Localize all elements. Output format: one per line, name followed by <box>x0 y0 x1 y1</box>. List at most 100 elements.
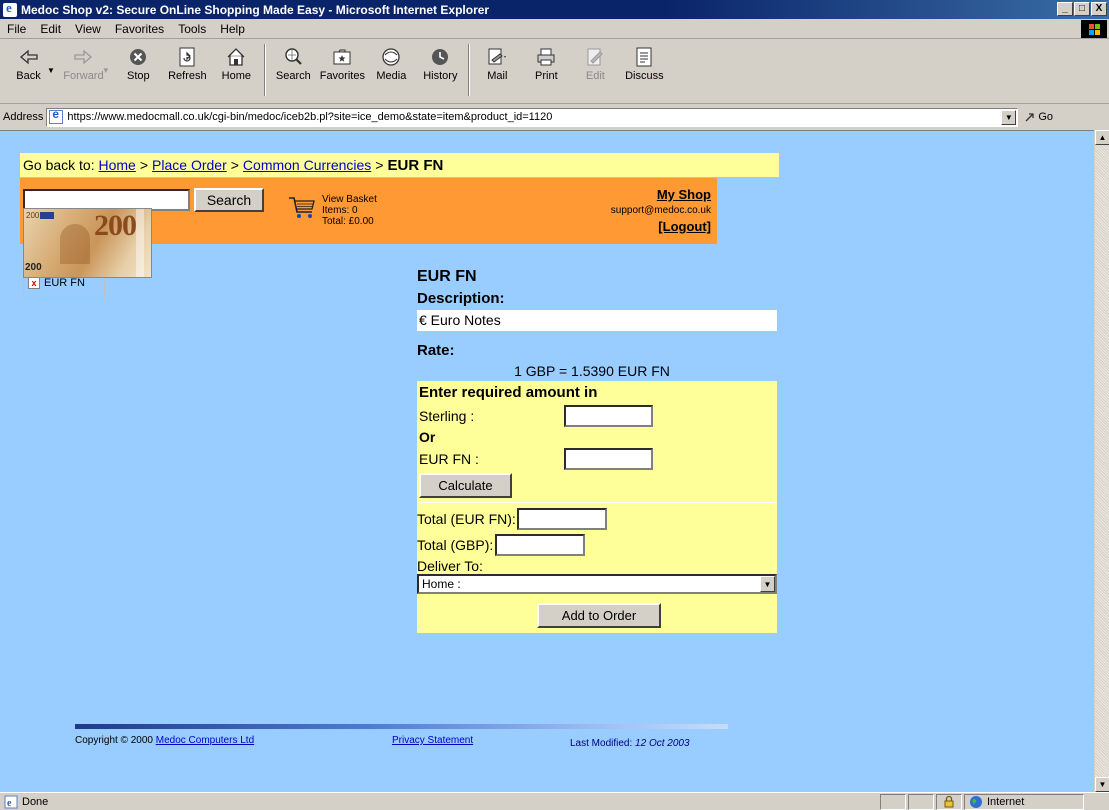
menu-edit[interactable]: Edit <box>33 22 68 36</box>
window-controls: _ □ X <box>1057 2 1107 16</box>
favorites-button[interactable]: Favorites <box>318 40 367 100</box>
status-cell <box>880 793 906 810</box>
copyright-text: Copyright © 2000 <box>75 735 153 746</box>
company-link[interactable]: Medoc Computers Ltd <box>156 735 254 746</box>
discuss-button[interactable]: Discuss <box>620 40 669 100</box>
back-button[interactable]: Back <box>4 40 53 100</box>
edit-label: Edit <box>585 70 605 82</box>
menu-help[interactable]: Help <box>213 22 252 36</box>
scroll-up-icon[interactable]: ▲ <box>1095 130 1109 145</box>
address-dropdown-icon[interactable]: ▼ <box>1001 109 1017 125</box>
search-label: Search <box>275 70 311 82</box>
breadcrumb-currencies-link[interactable]: Common Currencies <box>243 157 371 173</box>
toolbar-separator <box>263 44 266 96</box>
logout-link[interactable]: [Logout] <box>611 219 711 235</box>
security-zone: Internet <box>964 793 1084 810</box>
scroll-down-icon[interactable]: ▼ <box>1095 777 1109 792</box>
eur-row: EUR FN : <box>419 445 775 472</box>
vertical-scrollbar[interactable]: ▲ ▼ <box>1094 130 1109 792</box>
discuss-label: Discuss <box>625 70 664 82</box>
back-arrow-icon <box>19 49 38 65</box>
breadcrumb-home-link[interactable]: Home <box>98 157 135 173</box>
footer-copyright: Copyright © 2000 Medoc Computers Ltd <box>75 735 254 746</box>
total-eur-field[interactable] <box>516 508 607 530</box>
home-icon <box>227 48 245 66</box>
menu-file[interactable]: File <box>0 22 33 36</box>
sterling-row: Sterling : <box>419 402 775 429</box>
breadcrumb-separator: > <box>230 157 239 173</box>
media-label: Media <box>376 70 407 82</box>
go-arrow-icon <box>1025 113 1035 122</box>
window-title: Medoc Shop v2: Secure OnLine Shopping Ma… <box>21 2 490 17</box>
privacy-statement-link[interactable]: Privacy Statement <box>392 735 473 746</box>
lock-cell <box>936 793 962 810</box>
account-links: My Shop support@medoc.co.uk [Logout] <box>611 187 711 235</box>
ie-app-icon <box>3 0 17 17</box>
minimize-button[interactable]: _ <box>1057 2 1073 16</box>
close-button[interactable]: X <box>1091 2 1107 16</box>
view-basket-link[interactable]: View Basket <box>322 194 377 205</box>
product-description: € Euro Notes <box>417 310 777 331</box>
menu-tools[interactable]: Tools <box>171 22 213 36</box>
shopping-cart-icon[interactable] <box>288 194 316 220</box>
print-button[interactable]: Print <box>522 40 571 100</box>
menu-favorites[interactable]: Favorites <box>108 22 171 36</box>
total-gbp-field[interactable] <box>495 534 586 556</box>
product-title: EUR FN <box>417 268 477 285</box>
media-button[interactable]: Media <box>367 40 416 100</box>
chevron-down-icon[interactable]: ▼ <box>760 576 775 592</box>
basket-summary[interactable]: View Basket Items: 0 Total: £0.00 <box>322 194 377 227</box>
search-toolbar-button[interactable]: Search <box>269 40 318 100</box>
refresh-label: Refresh <box>168 70 207 82</box>
last-modified-label: Last Modified: <box>570 738 633 749</box>
stop-button[interactable]: Stop <box>114 40 163 100</box>
menu-view[interactable]: View <box>68 22 108 36</box>
add-to-order-button[interactable]: Add to Order <box>537 603 661 628</box>
history-button[interactable]: History <box>416 40 465 100</box>
maximize-button[interactable]: □ <box>1074 2 1090 16</box>
status-message: e Done <box>0 795 878 809</box>
breadcrumb-separator: > <box>139 157 149 173</box>
mail-button[interactable]: Mail <box>473 40 522 100</box>
forward-arrow-icon <box>74 49 93 65</box>
sterling-input[interactable] <box>564 404 653 427</box>
printer-icon <box>537 48 555 66</box>
note-value-bottom: 200 <box>25 262 42 273</box>
search-button[interactable]: Search <box>194 188 264 212</box>
total-gbp-label: Total (GBP): <box>417 537 494 553</box>
refresh-button[interactable]: Refresh <box>163 40 212 100</box>
forward-dropdown-icon[interactable]: ▼ <box>102 66 110 75</box>
broken-image-icon: x <box>28 277 40 289</box>
stop-icon <box>130 49 147 65</box>
deliver-to-select[interactable]: Home : ▼ <box>417 574 777 594</box>
title-bar: Medoc Shop v2: Secure OnLine Shopping Ma… <box>0 0 1109 19</box>
address-input[interactable]: https://www.medocmall.co.uk/cgi-bin/medo… <box>46 107 1019 127</box>
address-bar: Address https://www.medocmall.co.uk/cgi-… <box>0 106 1109 128</box>
forward-button[interactable]: Forward <box>59 40 108 100</box>
note-value-small: 200 <box>26 211 40 220</box>
order-totals: Total (EUR FN): Total (GBP): Deliver To:… <box>417 502 777 633</box>
my-shop-link[interactable]: My Shop <box>611 187 711 203</box>
sterling-label: Sterling : <box>419 407 475 424</box>
back-label: Back <box>16 70 41 82</box>
address-label: Address <box>3 111 44 123</box>
home-button[interactable]: Home <box>212 40 261 100</box>
breadcrumb-place-order-link[interactable]: Place Order <box>152 157 227 173</box>
go-label: Go <box>1038 111 1054 123</box>
arch-graphic <box>60 224 90 264</box>
basket-items: Items: 0 <box>322 205 358 216</box>
calculate-button[interactable]: Calculate <box>419 473 512 498</box>
edit-button[interactable]: Edit <box>571 40 620 100</box>
media-icon <box>382 48 400 66</box>
amount-calculator: Enter required amount in Sterling : Or E… <box>417 381 777 502</box>
menu-bar: File Edit View Favorites Tools Help <box>0 19 1109 39</box>
back-dropdown-icon[interactable]: ▼ <box>47 66 55 75</box>
discuss-icon <box>636 47 652 67</box>
lock-icon <box>944 795 954 808</box>
go-button[interactable]: Go <box>1024 111 1053 123</box>
breadcrumb-current: EUR FN <box>387 156 444 174</box>
amount-heading: Enter required amount in <box>419 384 598 401</box>
svg-text:e: e <box>7 798 12 809</box>
total-gbp-row: Total (GBP): <box>417 532 777 558</box>
eur-input[interactable] <box>564 447 653 470</box>
